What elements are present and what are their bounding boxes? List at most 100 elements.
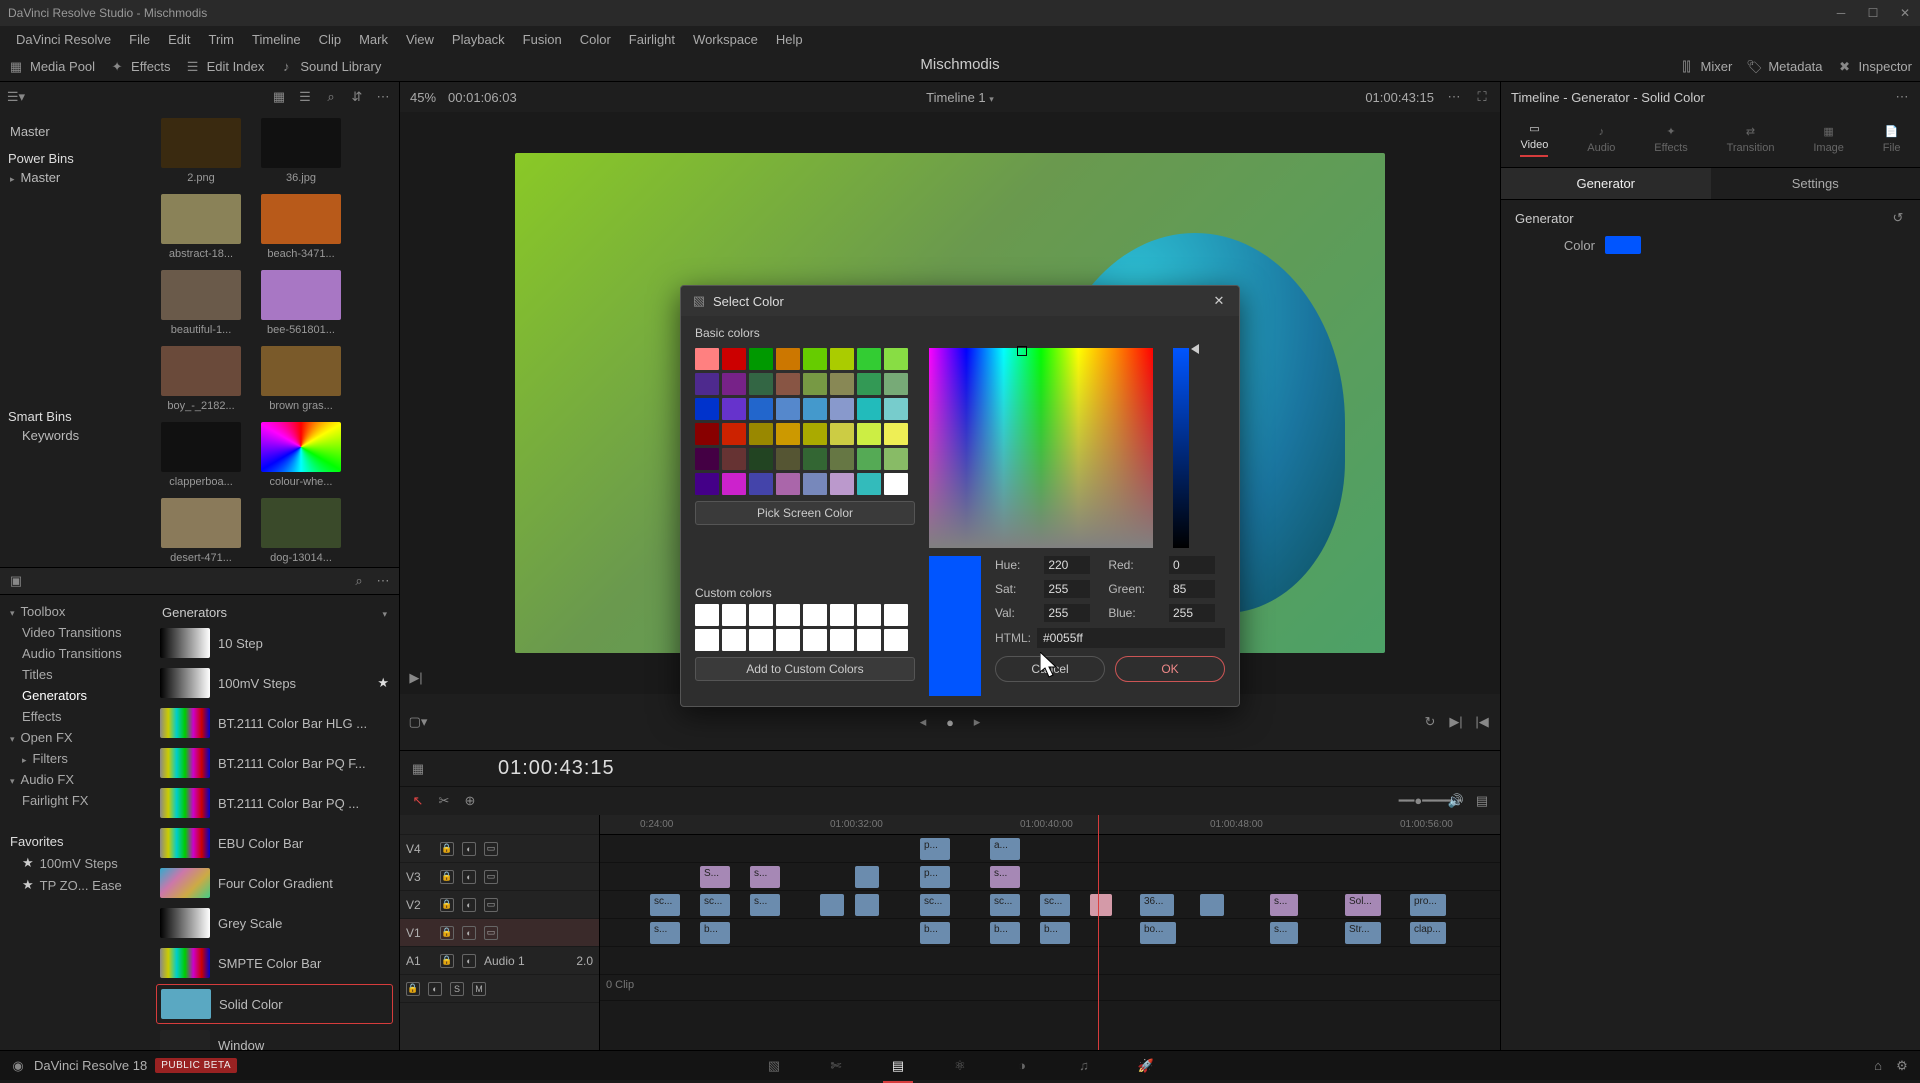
fx-tree-item[interactable]: Titles [6,664,144,685]
basic-color-swatch[interactable] [803,348,827,370]
viewer-title[interactable]: Timeline 1 [926,90,985,105]
menu-workspace[interactable]: Workspace [685,30,766,49]
timeline-clip[interactable]: sc... [990,894,1020,916]
sound-library-toggle[interactable]: ♪ Sound Library [278,59,381,75]
enable-icon[interactable]: ◐ [462,870,476,884]
page-edit-icon[interactable]: ▤ [887,1055,909,1077]
playhead[interactable] [1098,815,1099,1050]
basic-color-swatch[interactable] [722,473,746,495]
timeline-clip[interactable]: b... [700,922,730,944]
basic-color-swatch[interactable] [695,448,719,470]
basic-color-swatch[interactable] [884,348,908,370]
inspector-tab-file[interactable]: 📄File [1883,125,1901,154]
timeline-clip[interactable] [820,894,844,916]
media-thumb[interactable]: brown gras... [256,346,346,412]
basic-color-swatch[interactable] [749,348,773,370]
home-icon[interactable]: ⌂ [1870,1058,1886,1074]
fx-tree-item[interactable]: Toolbox [6,601,144,622]
tl-insert-icon[interactable]: ⊕ [462,793,478,809]
basic-color-swatch[interactable] [695,473,719,495]
basic-color-swatch[interactable] [884,448,908,470]
custom-color-slot[interactable] [749,629,773,651]
enable-icon[interactable]: ◐ [462,842,476,856]
lock-icon[interactable]: 🔒 [440,954,454,968]
menu-help[interactable]: Help [768,30,811,49]
basic-color-swatch[interactable] [749,423,773,445]
value-slider[interactable] [1173,348,1189,548]
value-slider-handle[interactable] [1191,344,1199,354]
minimize-button[interactable]: ─ [1834,6,1848,20]
basic-color-swatch[interactable] [722,348,746,370]
marker-dropdown-icon[interactable]: ▢▾ [410,714,426,730]
basic-color-swatch[interactable] [695,348,719,370]
basic-color-swatch[interactable] [722,373,746,395]
pick-screen-color-button[interactable]: Pick Screen Color [695,501,915,525]
audio-ctrl-icon[interactable]: S [450,982,464,996]
timeline-clip[interactable] [855,894,879,916]
dialog-close-button[interactable]: ✕ [1209,293,1229,309]
view-list-icon[interactable]: ☰ [297,89,313,105]
loop-icon[interactable]: ↻ [1422,714,1438,730]
track-toggle-icon[interactable]: ▭ [484,842,498,856]
basic-color-swatch[interactable] [830,373,854,395]
basic-color-swatch[interactable] [749,398,773,420]
generator-item[interactable]: BT.2111 Color Bar PQ ... [156,784,393,822]
media-thumb[interactable]: clapperboa... [156,422,246,488]
basic-color-swatch[interactable] [884,423,908,445]
timeline-clip[interactable]: p... [920,866,950,888]
html-input[interactable] [1037,628,1225,648]
go-end-icon[interactable]: |◀ [1474,714,1490,730]
generator-item[interactable]: Grey Scale [156,904,393,942]
media-thumb[interactable]: dog-13014... [256,498,346,564]
enable-icon[interactable]: ◐ [462,954,476,968]
page-deliver-icon[interactable]: 🚀 [1135,1055,1157,1077]
edit-index-toggle[interactable]: ☰ Edit Index [185,59,265,75]
fx-tree-item[interactable]: Audio Transitions [6,643,144,664]
page-cut-icon[interactable]: ✄ [825,1055,847,1077]
custom-color-slot[interactable] [857,629,881,651]
dialog-titlebar[interactable]: ▧ Select Color ✕ [681,286,1239,316]
media-pool-toggle[interactable]: ▦ Media Pool [8,59,95,75]
basic-color-swatch[interactable] [830,423,854,445]
custom-color-slot[interactable] [884,604,908,626]
timeline-tracks[interactable]: 0:24:0001:00:32:0001:00:40:0001:00:48:00… [600,815,1500,1050]
volume-icon[interactable]: 🔊 [1448,793,1464,809]
track-header-V2[interactable]: V2🔒◐▭ [400,891,599,919]
bin-master[interactable]: Master [8,120,142,143]
media-thumb[interactable]: bee-561801... [256,270,346,336]
subtab-settings[interactable]: Settings [1711,168,1920,199]
tl-options-icon[interactable]: ▤ [1474,793,1490,809]
timeline-clip[interactable]: sc... [650,894,680,916]
timeline-clip[interactable]: clap... [1410,922,1446,944]
fx-tree-item[interactable]: Generators [6,685,144,706]
menu-playback[interactable]: Playback [444,30,513,49]
val-input[interactable] [1044,604,1090,622]
next-edit-icon[interactable]: ▸ [969,714,985,730]
basic-color-swatch[interactable] [830,348,854,370]
lock-icon[interactable]: 🔒 [440,926,454,940]
audio-ctrl-icon[interactable]: M [472,982,486,996]
generator-item[interactable]: SMPTE Color Bar [156,944,393,982]
prev-frame-icon[interactable]: ● [941,713,959,731]
media-thumb[interactable]: beach-3471... [256,194,346,260]
generator-item[interactable]: EBU Color Bar [156,824,393,862]
fx-tree-item[interactable]: Filters [6,748,144,769]
menu-file[interactable]: File [121,30,158,49]
fx-tree-item[interactable]: Open FX [6,727,144,748]
menu-mark[interactable]: Mark [351,30,396,49]
menu-view[interactable]: View [398,30,442,49]
custom-color-slot[interactable] [830,629,854,651]
track-header-A1[interactable]: A1🔒◐Audio 12.0 [400,947,599,975]
timeline-clip[interactable]: s... [750,894,780,916]
custom-color-slot[interactable] [776,629,800,651]
reset-icon[interactable]: ↺ [1890,210,1906,226]
more-icon[interactable]: ⋯ [375,89,391,105]
track-header-V4[interactable]: V4🔒◐▭ [400,835,599,863]
audio-ctrl-icon[interactable]: ◐ [428,982,442,996]
track-toggle-icon[interactable]: ▭ [484,898,498,912]
page-fusion-icon[interactable]: ⚛ [949,1055,971,1077]
tl-blade-icon[interactable]: ✂ [436,793,452,809]
timeline-clip[interactable]: S... [700,866,730,888]
track-toggle-icon[interactable]: ▭ [484,870,498,884]
lock-icon[interactable]: 🔒 [440,842,454,856]
